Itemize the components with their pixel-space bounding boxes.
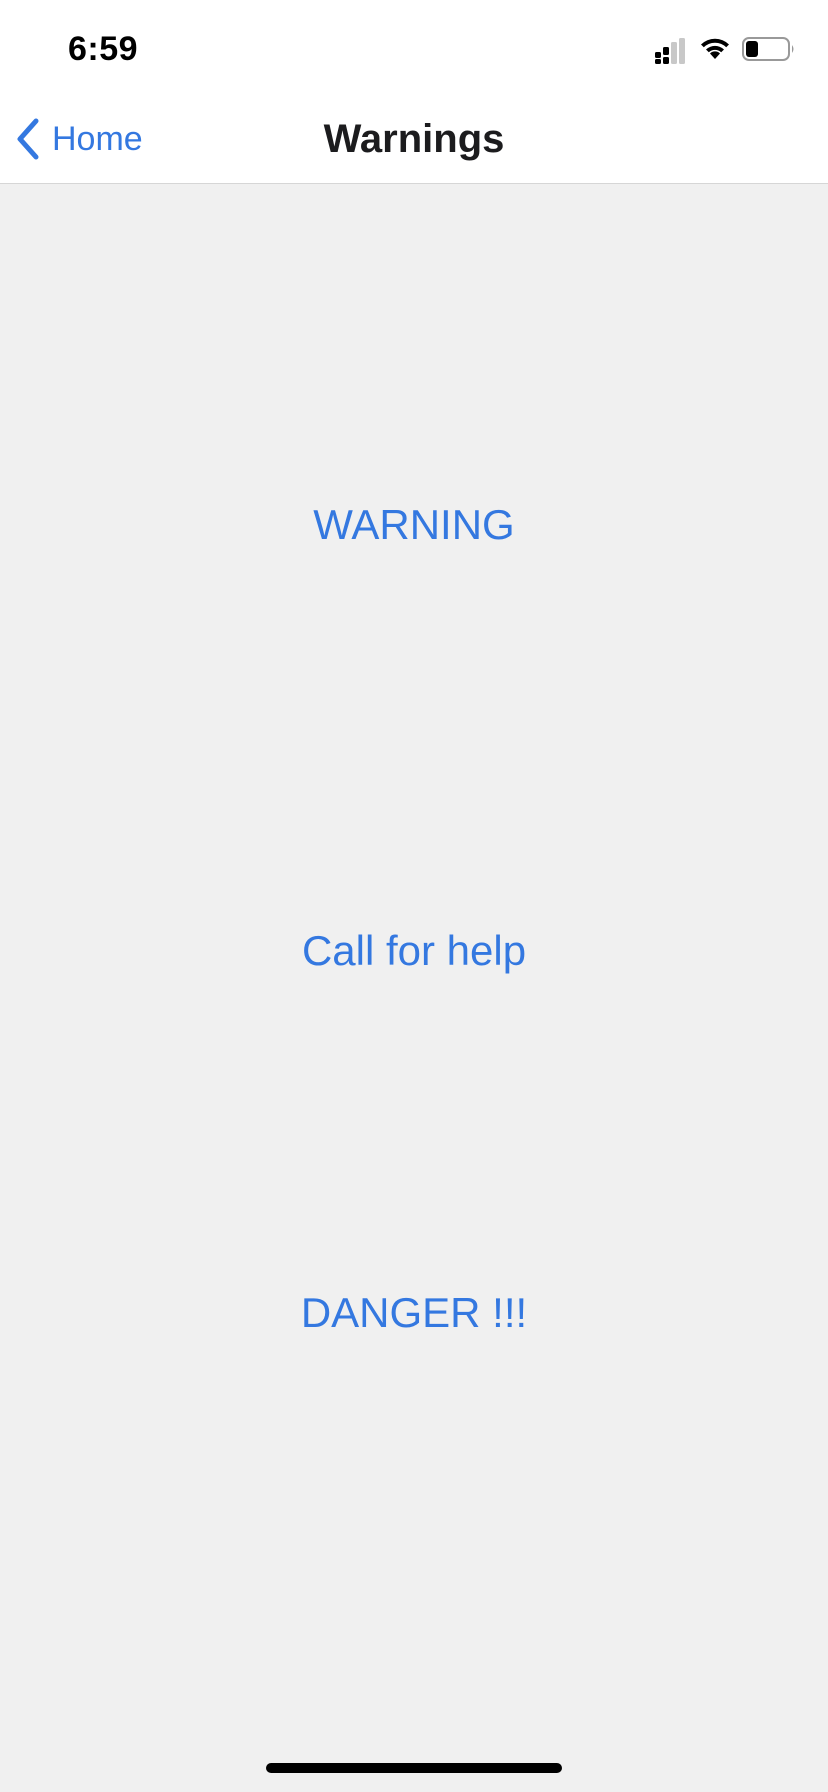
home-indicator[interactable] (266, 1763, 562, 1773)
screen: 6:59 Home Warnings WARNING Call for help… (0, 0, 828, 1792)
danger-button[interactable]: DANGER !!! (0, 1273, 828, 1353)
back-button[interactable]: Home (14, 94, 143, 184)
chevron-left-icon (17, 118, 39, 160)
status-bar: 6:59 (0, 0, 828, 94)
main-content: WARNING Call for help DANGER !!! (0, 185, 828, 1792)
back-button-label: Home (52, 119, 143, 158)
navigation-bar: Home Warnings (0, 94, 828, 184)
status-time: 6:59 (68, 30, 139, 68)
battery-icon (742, 37, 794, 61)
cellular-signal-icon (655, 38, 685, 64)
wifi-icon (701, 38, 729, 59)
call-for-help-button[interactable]: Call for help (0, 911, 828, 991)
warning-button[interactable]: WARNING (0, 485, 828, 565)
